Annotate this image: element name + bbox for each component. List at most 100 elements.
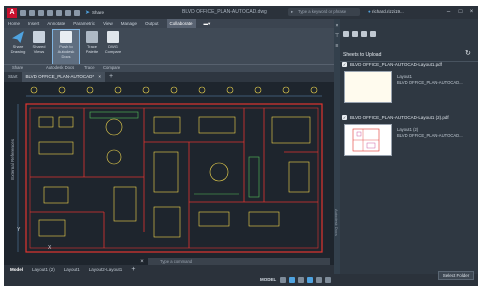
sheet-drawing-name: BLVD OFFICE_PLAN-AUTOCAD...: [397, 133, 463, 138]
ortho-icon[interactable]: [298, 277, 304, 283]
new-icon[interactable]: [20, 9, 26, 16]
ucs-y-axis: Y: [17, 227, 21, 233]
tab-drawing-label: BLVD OFFICE_PLAN-AUTOCAD*: [25, 74, 95, 79]
sheet-filename: BLVD OFFICE_PLAN-AUTOCAD-Layout1 (2).pdf: [350, 115, 449, 120]
tab-drawing[interactable]: BLVD OFFICE_PLAN-AUTOCAD* ×: [21, 72, 106, 82]
search-input[interactable]: Type a keyword or phrase: [288, 8, 360, 16]
sheet-layout-name: Layout1 (2): [397, 127, 419, 132]
panel-toolbar: [340, 29, 478, 39]
command-close-icon[interactable]: ×: [138, 258, 146, 265]
grid-bubble: [198, 86, 206, 94]
shared-views-button[interactable]: Shared Views: [29, 30, 49, 64]
command-placeholder: Type a command: [160, 259, 193, 264]
window-title: BLVD OFFICE_PLAN-AUTOCAD.dwg: [182, 9, 267, 15]
trace-palette-label: Trace Palette: [85, 44, 99, 54]
add-layout-button[interactable]: +: [131, 265, 135, 274]
user-name: richard.rizzi19...: [371, 9, 404, 14]
refresh-icon[interactable]: ↻: [465, 49, 471, 57]
tab-start[interactable]: Start: [4, 72, 22, 82]
grid-bubble: [58, 86, 66, 94]
external-references-label[interactable]: External References: [10, 139, 15, 180]
share-icon[interactable]: ➤: [85, 9, 90, 16]
drawing-canvas[interactable]: External References Y X × Type a command: [4, 82, 334, 265]
grid-icon[interactable]: [280, 277, 286, 283]
push-to-docs-panel: Sheets to Upload ↻ ✓ BLVD OFFICE_PLAN-AU…: [340, 19, 478, 280]
select-folder-button[interactable]: Select Folder: [438, 271, 474, 280]
tab-layout1[interactable]: Layout1: [64, 265, 80, 274]
inner-wall: [29, 107, 319, 249]
grid-bubble: [282, 86, 290, 94]
osnap-icon[interactable]: [316, 277, 322, 283]
sheet-checkbox[interactable]: ✓: [342, 62, 347, 67]
new-tab-button[interactable]: +: [105, 72, 117, 82]
group-share: Share: [12, 65, 24, 70]
grid-bubble: [86, 86, 94, 94]
shared-views-label: Shared Views: [32, 44, 46, 54]
select-all-icon[interactable]: [343, 31, 349, 37]
grid-bubble: [170, 86, 178, 94]
grid-bubble: [254, 86, 262, 94]
tab-close-icon[interactable]: ×: [98, 74, 101, 79]
share-button[interactable]: Share: [92, 10, 104, 15]
customize-icon[interactable]: [325, 277, 331, 283]
layout-tabs: Model Layout1 (2) Layout1 Layout2-Layout…: [4, 265, 334, 274]
push-to-docs-button[interactable]: Push to Autodesk Docs: [52, 29, 80, 65]
ribbon-panel: Share Drawing Shared Views Push to Autod…: [4, 28, 334, 72]
ribbon-tabs: Home Insert Annotate Parametric View Man…: [4, 19, 334, 28]
sheet-layout-name: Layout1: [397, 74, 412, 79]
panel-title: Sheets to Upload: [343, 52, 382, 58]
sheet-drawing-name: BLVD OFFICE_PLAN-AUTOCAD...: [397, 80, 463, 85]
group-trace: Trace: [84, 65, 95, 70]
sheet-filename: BLVD OFFICE_PLAN-AUTOCAD-Layout1.pdf: [350, 62, 442, 67]
redo-icon[interactable]: [74, 9, 80, 16]
push-to-docs-label: Push to Autodesk Docs: [57, 44, 75, 59]
save-as-icon[interactable]: [47, 9, 53, 16]
polar-icon[interactable]: [307, 277, 313, 283]
page-setup-icon[interactable]: [370, 31, 376, 37]
minimize-button[interactable]: –: [444, 8, 453, 16]
dwg-compare-label: DWG Compare: [104, 44, 122, 54]
title-bar: A ➤ Share BLVD OFFICE_PLAN-AUTOCAD.dwg T…: [4, 6, 478, 19]
user-account[interactable]: ● richard.rizzi19...: [368, 9, 404, 14]
tab-annotate[interactable]: Annotate: [47, 19, 65, 28]
tab-output[interactable]: Output: [145, 19, 159, 28]
add-sheet-icon[interactable]: [352, 31, 358, 37]
tab-layout1-2[interactable]: Layout1 (2): [32, 265, 55, 274]
command-line[interactable]: Type a command: [148, 258, 330, 265]
autodesk-docs-label: Autodesk Docs: [334, 209, 339, 236]
grid-bubble: [114, 86, 122, 94]
tab-manage[interactable]: Manage: [121, 19, 137, 28]
tab-parametric[interactable]: Parametric: [73, 19, 95, 28]
open-icon[interactable]: [29, 9, 35, 16]
tab-layout2-layout1[interactable]: Layout2-Layout1: [89, 265, 123, 274]
room-walls: [30, 108, 318, 248]
trace-palette-icon: [86, 31, 98, 43]
grid-bubble: [142, 86, 150, 94]
trace-palette-button[interactable]: Trace Palette: [82, 30, 102, 64]
snap-icon[interactable]: [289, 277, 295, 283]
ucs-x-axis: X: [48, 245, 52, 251]
dwg-compare-icon: [107, 31, 119, 43]
save-icon[interactable]: [38, 9, 44, 16]
sheet-checkbox[interactable]: ✓: [342, 115, 347, 120]
sheet-thumbnail: [344, 71, 392, 103]
tab-model[interactable]: Model: [10, 265, 23, 274]
document-tabs: Start BLVD OFFICE_PLAN-AUTOCAD* × +: [4, 72, 334, 82]
autocad-logo[interactable]: A: [7, 7, 17, 18]
tab-insert[interactable]: Insert: [28, 19, 39, 28]
remove-sheet-icon[interactable]: [361, 31, 367, 37]
grid-bubble: [226, 86, 234, 94]
undo-icon[interactable]: [65, 9, 71, 16]
ribbon-options-icon[interactable]: ▬▾: [204, 19, 211, 28]
close-button[interactable]: ×: [467, 8, 476, 16]
maximize-button[interactable]: □: [456, 8, 465, 16]
share-drawing-button[interactable]: Share Drawing: [8, 30, 28, 64]
tab-collaborate[interactable]: Collaborate: [166, 19, 196, 28]
tab-view[interactable]: View: [103, 19, 113, 28]
status-bar: MODEL: [4, 274, 478, 286]
dwg-compare-button[interactable]: DWG Compare: [103, 30, 123, 64]
plot-icon[interactable]: [56, 9, 62, 16]
model-space-toggle[interactable]: MODEL: [260, 277, 276, 282]
tab-home[interactable]: Home: [8, 19, 20, 28]
outer-wall: [25, 103, 323, 253]
